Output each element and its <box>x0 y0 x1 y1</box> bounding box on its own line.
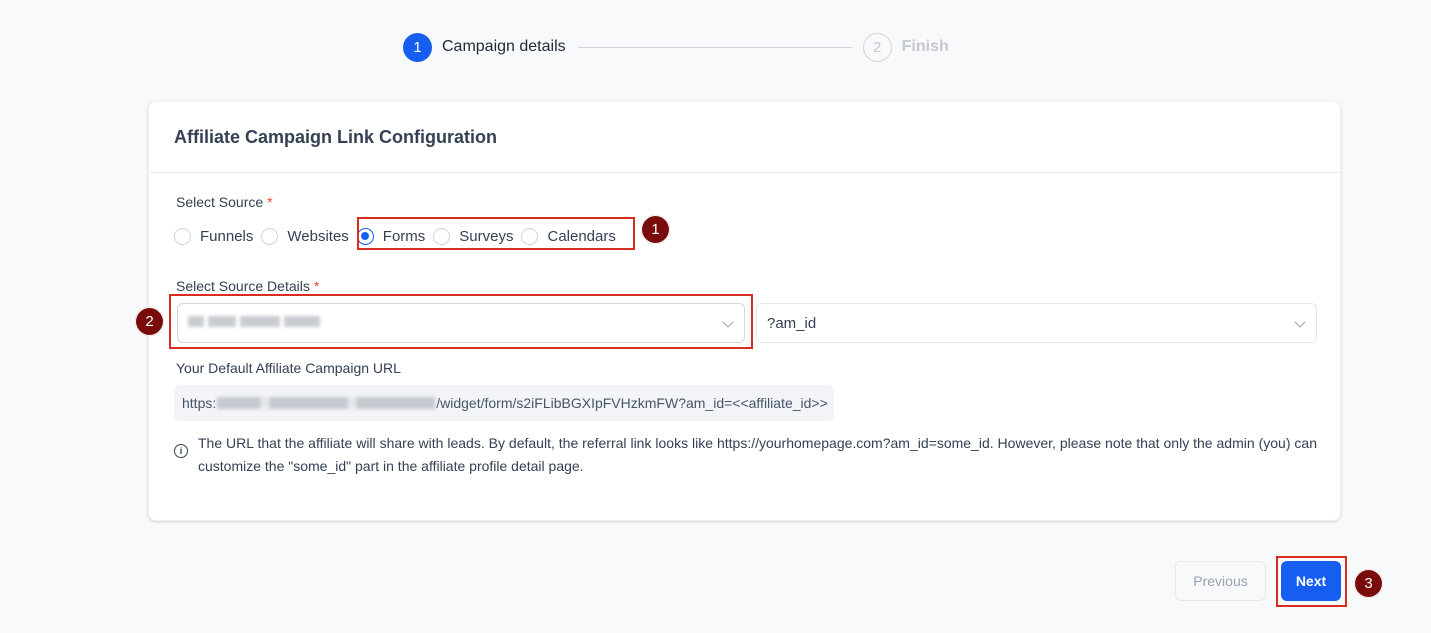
annotation-badge-2: 2 <box>135 307 164 336</box>
radio-label: Funnels <box>200 227 254 245</box>
step-1-indicator: 1 <box>403 32 432 62</box>
redacted-domain <box>217 397 436 409</box>
select-source-details-label: Select Source Details * <box>176 278 320 294</box>
annotation-badge-3: 3 <box>1354 569 1383 598</box>
param-select[interactable]: ?am_id <box>756 303 1317 343</box>
card-title: Affiliate Campaign Link Configuration <box>174 126 497 147</box>
info-text: The URL that the affiliate will share wi… <box>198 435 1317 474</box>
url-prefix: https: <box>182 395 217 411</box>
radio-indicator[interactable] <box>174 227 191 245</box>
required-mark: * <box>313 278 320 294</box>
param-select-value: ?am_id <box>767 314 817 332</box>
annotation-box-1 <box>357 217 635 250</box>
required-mark: * <box>267 194 273 210</box>
previous-button[interactable]: Previous <box>1175 561 1266 601</box>
default-url-label: Your Default Affiliate Campaign URL <box>176 360 401 376</box>
step-2-label: Finish <box>901 38 949 55</box>
card-header: Affiliate Campaign Link Configuration <box>149 102 1340 173</box>
radio-websites[interactable]: Websites <box>261 227 349 245</box>
select-source-label: Select Source * <box>176 194 273 210</box>
annotation-badge-1: 1 <box>641 215 670 244</box>
chevron-down-icon <box>1294 316 1306 328</box>
affiliate-url-display: https: /widget/form/s2iFLibBGXIpFVHzkmFW… <box>174 385 834 421</box>
radio-funnels[interactable]: Funnels <box>174 227 254 245</box>
annotation-box-2 <box>169 294 753 349</box>
stepper-connector <box>577 46 852 48</box>
radio-indicator[interactable] <box>261 227 279 245</box>
stepper: 1 Campaign details 2 Finish <box>403 32 949 62</box>
info-icon: i <box>174 444 188 458</box>
radio-label: Websites <box>287 227 349 245</box>
step-1-label: Campaign details <box>442 38 566 55</box>
info-note: i The URL that the affiliate will share … <box>174 432 1317 478</box>
next-button[interactable]: Next <box>1281 561 1341 601</box>
step-2-indicator: 2 <box>862 32 892 62</box>
url-suffix: /widget/form/s2iFLibBGXIpFVHzkmFW?am_id=… <box>436 395 828 411</box>
